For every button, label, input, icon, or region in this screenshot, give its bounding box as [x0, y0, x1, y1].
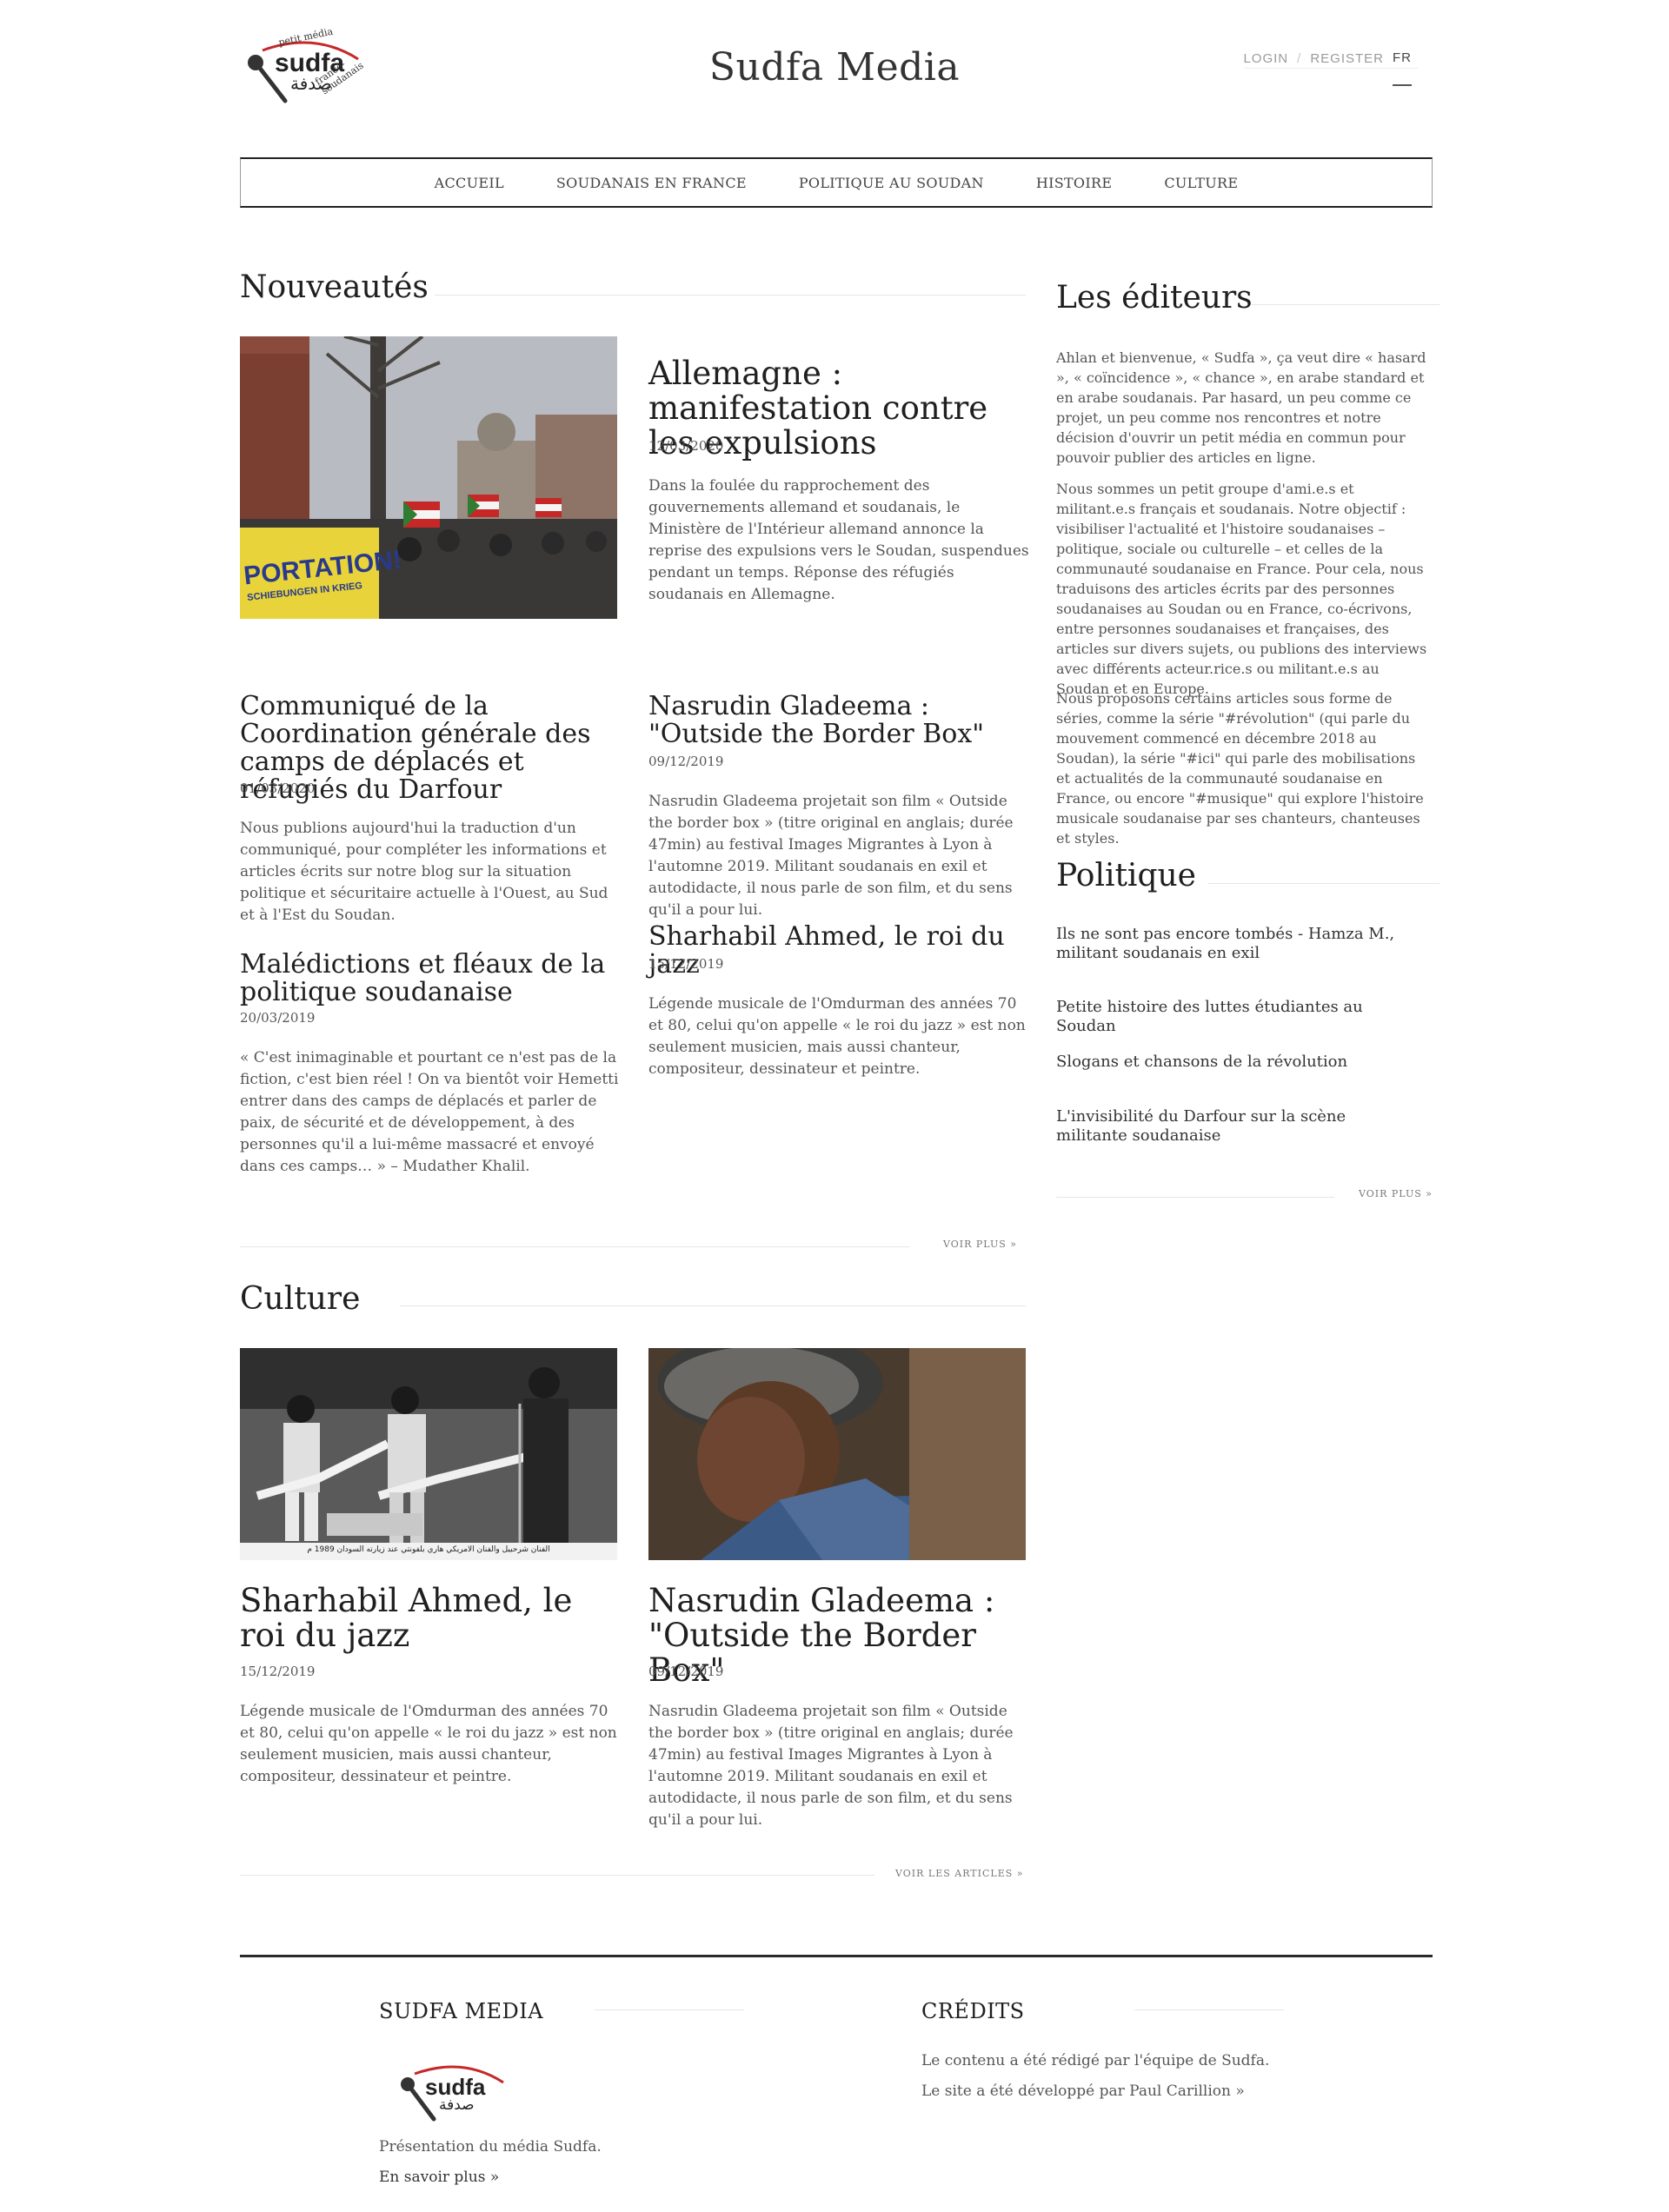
- voir-plus-link[interactable]: VOIR PLUS »: [943, 1239, 1017, 1250]
- article-excerpt: Nous publions aujourd'hui la traduction …: [240, 820, 608, 924]
- section-divider: [240, 1246, 909, 1247]
- article-title[interactable]: Sharhabil Ahmed, le roi du jazz: [240, 1584, 622, 1653]
- section-divider: [435, 295, 1026, 296]
- article-date: 09/12/2019: [648, 754, 724, 769]
- footer-divider-line: [1134, 2009, 1284, 2010]
- politique-list-item[interactable]: Slogans et chansons de la révolution: [1056, 1053, 1421, 1072]
- footer-title-credits: CRÉDITS: [921, 1999, 1025, 2023]
- article-title[interactable]: Nasrudin Gladeema : "Outside the Border …: [648, 693, 1031, 748]
- footer-credits-text: Le contenu a été rédigé par l'équipe de …: [921, 2052, 1270, 2069]
- sidebar-paragraph: Nous proposons certains articles sous fo…: [1056, 690, 1424, 847]
- sidebar-voir-plus-link[interactable]: VOIR PLUS »: [1359, 1188, 1433, 1199]
- nav-item-culture[interactable]: CULTURE: [1164, 175, 1238, 191]
- article-date: 20/03/2019: [240, 1010, 316, 1026]
- article-excerpt: Nasrudin Gladeema projetait son film « O…: [648, 793, 1014, 919]
- login-link[interactable]: LOGIN: [1243, 51, 1288, 66]
- article-date: 01/03/2020: [240, 781, 316, 796]
- nav-item-histoire[interactable]: HISTOIRE: [1036, 175, 1112, 191]
- section-divider: [240, 1875, 874, 1876]
- footer-logo-arabic: صدفة: [439, 2096, 475, 2114]
- article-excerpt: Légende musicale de l'Omdurman des année…: [648, 995, 1026, 1078]
- section-divider: [1056, 1197, 1334, 1198]
- footer-title-sudfa: SUDFA MEDIA: [379, 1999, 544, 2023]
- section-title-culture: Culture: [240, 1281, 361, 1317]
- article-excerpt: Légende musicale de l'Omdurman des année…: [240, 1703, 617, 1785]
- featured-article-excerpt: Dans la foulée du rapprochement des gouv…: [648, 477, 1029, 603]
- account-links: LOGIN / REGISTER FR: [1243, 31, 1412, 86]
- nav-item-accueil[interactable]: ACCUEIL: [435, 175, 504, 191]
- section-divider: [400, 1305, 1026, 1306]
- culture-article-image[interactable]: [648, 1348, 1026, 1560]
- featured-article-date: 12/03/2020: [648, 438, 724, 454]
- article-date: 15/12/2019: [648, 956, 724, 972]
- sidebar-title-editeurs: Les éditeurs: [1056, 280, 1253, 316]
- footer-divider-line: [595, 2009, 744, 2010]
- article-excerpt: « C'est inimaginable et pourtant ce n'es…: [240, 1049, 619, 1175]
- section-divider: [1208, 883, 1440, 884]
- politique-list-item[interactable]: Ils ne sont pas encore tombés - Hamza M.…: [1056, 925, 1421, 963]
- sidebar-paragraph: Nous sommes un petit groupe d'ami.e.s et…: [1056, 481, 1427, 697]
- header-divider: [1245, 68, 1419, 69]
- section-title-nouveautes: Nouveautés: [240, 269, 429, 305]
- sidebar-paragraph: Ahlan et bienvenue, « Sudfa », ça veut d…: [1056, 349, 1426, 466]
- site-title: Sudfa Media: [708, 45, 961, 90]
- footer-en-savoir-plus-link[interactable]: En savoir plus »: [379, 2169, 499, 2186]
- footer-presentation-text: Présentation du média Sudfa.: [379, 2138, 602, 2156]
- article-excerpt: Nasrudin Gladeema projetait son film « O…: [648, 1703, 1014, 1829]
- footer-divider: [240, 1955, 1433, 1957]
- politique-list-item[interactable]: L'invisibilité du Darfour sur la scène m…: [1056, 1107, 1421, 1146]
- footer-developer-link[interactable]: Le site a été développé par Paul Carilli…: [921, 2082, 1245, 2100]
- article-title[interactable]: Malédictions et fléaux de la politique s…: [240, 951, 622, 1006]
- image-caption: الفنان شرحبيل والفنان الامريكي هاري بلفو…: [307, 1545, 550, 1554]
- article-date: 15/12/2019: [240, 1664, 316, 1679]
- main-nav: ACCUEIL SOUDANAIS EN FRANCE POLITIQUE AU…: [240, 157, 1433, 208]
- register-link[interactable]: REGISTER: [1310, 51, 1384, 66]
- culture-article-image[interactable]: الفنان شرحبيل والفنان الامريكي هاري بلفو…: [240, 1348, 617, 1560]
- politique-list-item[interactable]: Petite histoire des luttes étudiantes au…: [1056, 998, 1421, 1036]
- nav-item-politique-au-soudan[interactable]: POLITIQUE AU SOUDAN: [799, 175, 984, 191]
- voir-les-articles-link[interactable]: VOIR LES ARTICLES »: [895, 1868, 1024, 1879]
- footer-logo[interactable]: sudfa صدفة: [396, 2053, 517, 2131]
- article-date: 09/12/2019: [648, 1664, 724, 1679]
- nav-item-soudanais-en-france[interactable]: SOUDANAIS EN FRANCE: [556, 175, 747, 191]
- section-divider: [1252, 304, 1440, 305]
- separator: /: [1297, 51, 1302, 66]
- sidebar-title-politique: Politique: [1056, 858, 1196, 893]
- featured-article-image[interactable]: PORTATION! SCHIEBUNGEN IN KRIEG: [240, 336, 617, 619]
